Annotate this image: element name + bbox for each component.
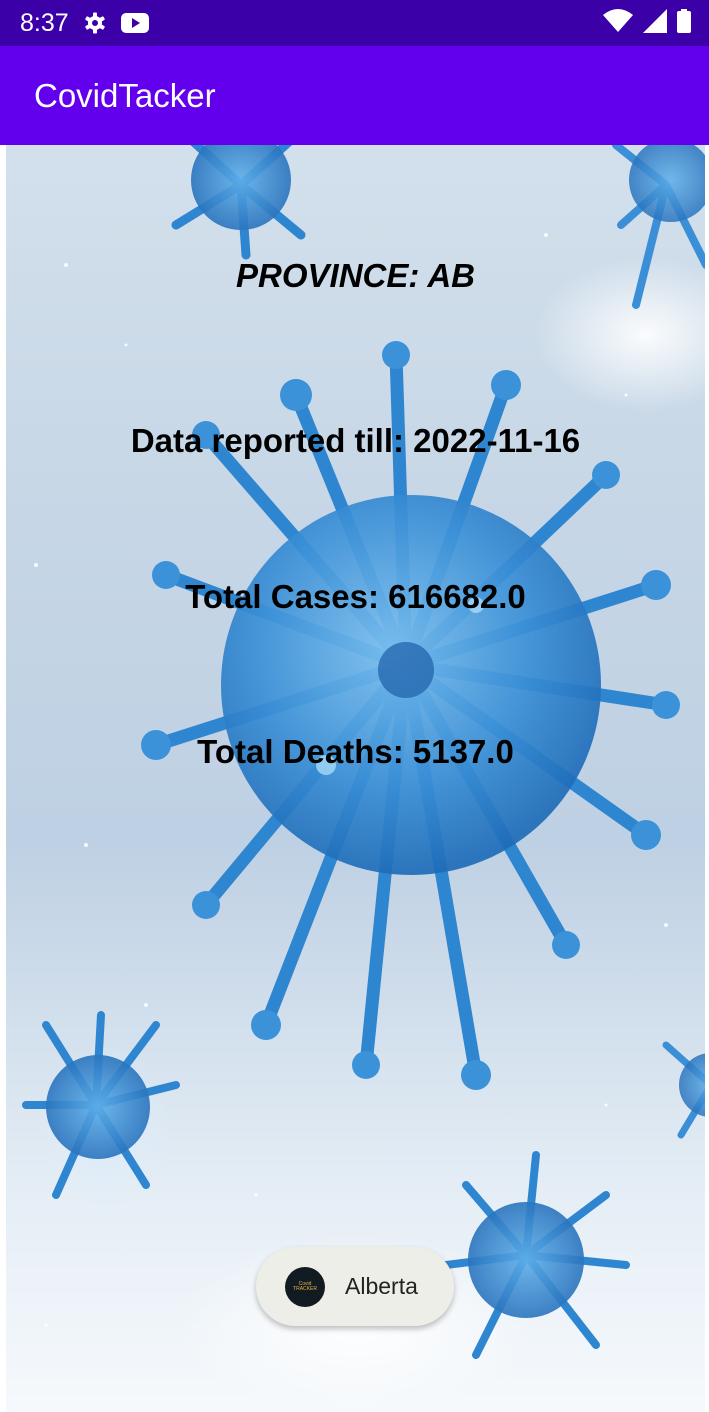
wifi-icon — [603, 8, 633, 38]
total-cases-label: Total Cases: 616682.0 — [185, 578, 526, 615]
signal-icon — [643, 8, 667, 38]
total-deaths-label: Total Deaths: 5137.0 — [197, 733, 514, 770]
province-selector-chip[interactable]: Covid TRACKER Alberta — [256, 1247, 454, 1326]
status-bar: 8:37 — [0, 0, 709, 46]
settings-icon — [83, 11, 107, 35]
covid-tracker-logo-icon: Covid TRACKER — [285, 1266, 325, 1307]
main-content: PROVINCE: AB Data reported till: 2022-11… — [6, 145, 705, 1412]
youtube-icon — [120, 12, 149, 34]
virus-background-image — [22, 145, 705, 1359]
logo-text-line2: TRACKER — [293, 1285, 317, 1292]
chip-label: Alberta — [345, 1273, 418, 1299]
date-reported-label: Data reported till: 2022-11-16 — [130, 422, 581, 459]
province-label: PROVINCE: AB — [236, 257, 475, 294]
app-title: CovidTacker — [34, 76, 216, 114]
status-time: 8:37 — [20, 8, 69, 37]
battery-icon — [677, 8, 691, 38]
app-bar: CovidTacker — [0, 46, 709, 145]
